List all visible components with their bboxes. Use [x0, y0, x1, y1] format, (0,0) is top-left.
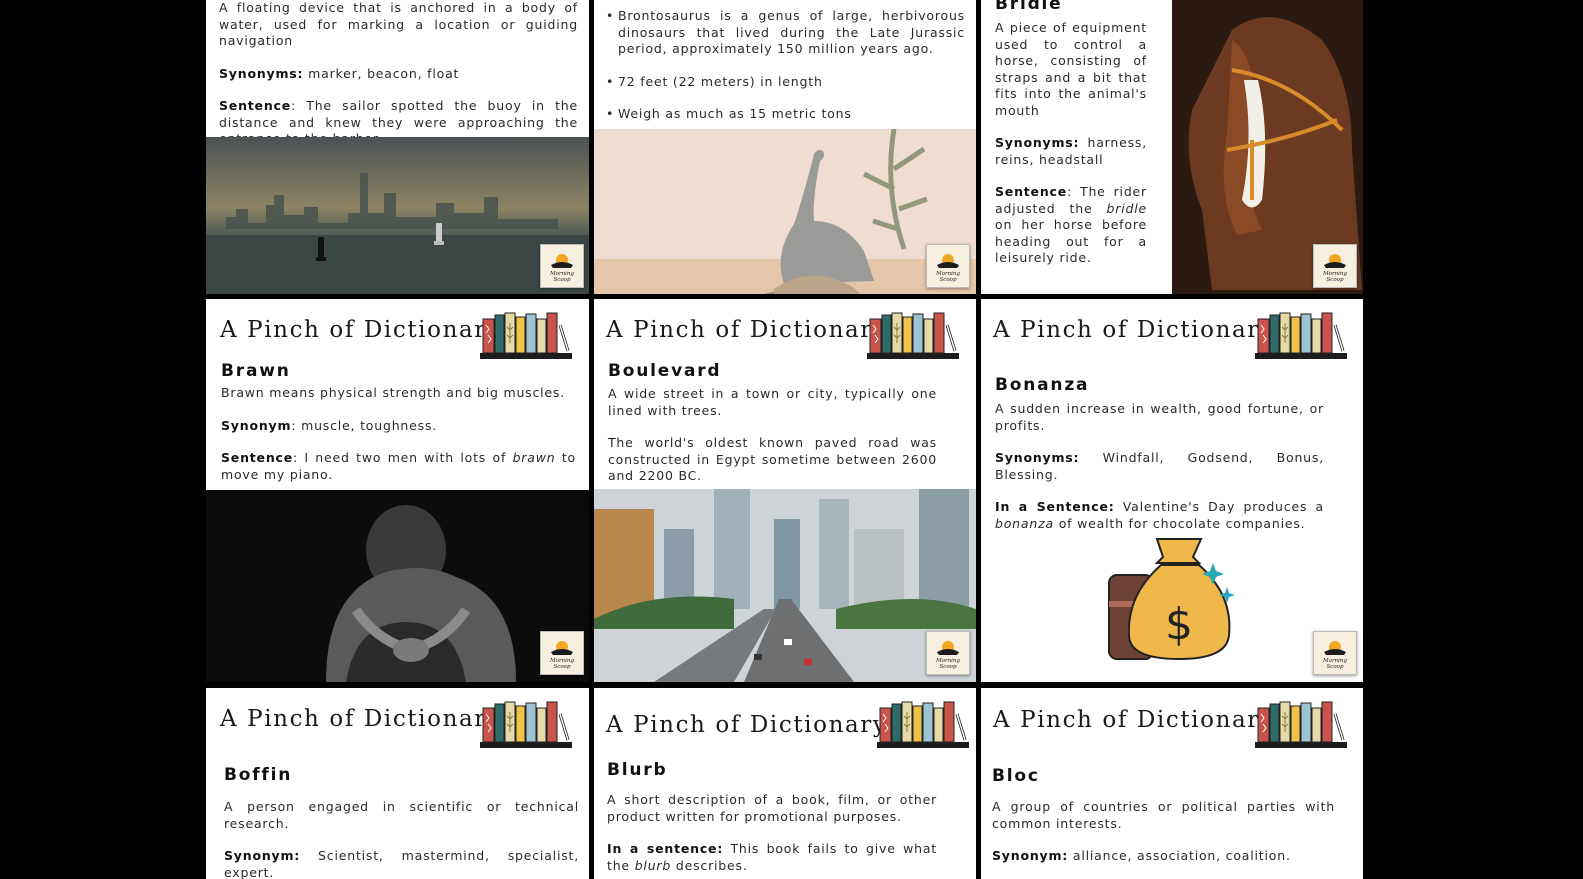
bloc-word: Bloc [992, 766, 1040, 786]
card-buoy: A floating device that is anchored in a … [206, 0, 589, 294]
brawn-text: Brawn means physical strength and big mu… [221, 385, 576, 499]
bronto-fact-2: 72 feet (22 meters) in length [606, 74, 965, 91]
boffin-synonyms: Synonym: Scientist, mastermind, speciali… [224, 848, 579, 879]
buoy-definition: A floating device that is anchored in a … [219, 0, 578, 48]
morning-scoop-badge [1313, 244, 1357, 288]
morning-scoop-badge [540, 631, 584, 675]
brawn-word: Brawn [221, 361, 291, 381]
boffin-word: Boffin [224, 765, 293, 785]
brand-title: A Pinch of Dictionary [220, 706, 502, 732]
brontosaurus-facts: Brontosaurus is a genus of large, herbiv… [606, 8, 965, 139]
boulevard-fact: The world's oldest known paved road was … [608, 435, 937, 483]
bookshelf-icon [877, 700, 969, 748]
boffin-definition: A person engaged in scientific or techni… [224, 799, 579, 831]
muscular-man-photo [206, 490, 589, 682]
morning-scoop-badge [926, 631, 970, 675]
brand-title: A Pinch of Dictionary [606, 712, 888, 738]
bridle-text: A piece of equipment used to control a h… [995, 20, 1147, 283]
boulevard-word: Boulevard [608, 361, 722, 381]
buoy-synonyms: Synonyms: marker, beacon, float [219, 65, 460, 81]
card-boffin: A Pinch of Dictionary Boffin A person en… [206, 688, 589, 879]
brawn-sentence: Sentence: I need two men with lots of br… [221, 450, 576, 482]
brand-title: A Pinch of Dictionary [606, 317, 888, 343]
bonanza-sentence: In a Sentence: Valentine's Day produces … [995, 499, 1324, 531]
brawn-definition: Brawn means physical strength and big mu… [221, 385, 566, 400]
money-bag-icon: $ [1108, 538, 1235, 661]
blurb-sentence: In a sentence: This book fails to give w… [607, 841, 937, 873]
bronto-fact-3: Weigh as much as 15 metric tons [606, 106, 965, 123]
card-brawn: A Pinch of Dictionary Brawn Brawn means … [206, 299, 589, 682]
bonanza-synonyms: Synonyms: Windfall, Godsend, Bonus, Bles… [995, 450, 1324, 482]
morning-scoop-badge [540, 244, 584, 288]
brand-title: A Pinch of Dictionary [993, 707, 1275, 733]
bridle-definition: A piece of equipment used to control a h… [995, 20, 1147, 118]
brand-title: A Pinch of Dictionary [993, 317, 1275, 343]
bronto-fact-1: Brontosaurus is a genus of large, herbiv… [606, 8, 965, 58]
card-boulevard: A Pinch of Dictionary Boulevard A wide s… [594, 299, 976, 682]
brand-title: A Pinch of Dictionary [220, 317, 502, 343]
card-blurb: A Pinch of Dictionary Blurb A short desc… [594, 688, 976, 879]
card-bloc: A Pinch of Dictionary Bloc A group of co… [981, 688, 1363, 879]
boulevard-definition: A wide street in a town or city, typical… [608, 386, 937, 418]
bonanza-text: A sudden increase in wealth, good fortun… [995, 401, 1324, 548]
morning-scoop-badge [926, 244, 970, 288]
card-bonanza: A Pinch of Dictionary Bonanza A sudden i… [981, 299, 1363, 682]
brawn-synonyms: Synonym: muscle, toughness. [221, 417, 438, 433]
card-bridle: Bridle A piece of equipment used to cont… [981, 0, 1363, 294]
bridle-word: Bridle [995, 0, 1063, 14]
boulevard-text: A wide street in a town or city, typical… [608, 386, 937, 501]
bookshelf-icon [480, 311, 572, 359]
harbor-buoy-photo [206, 137, 589, 294]
bloc-definition: A group of countries or political partie… [992, 799, 1335, 831]
bridle-synonyms: Synonyms: harness, reins, headstall [995, 135, 1147, 167]
bloc-synonyms: Synonym: alliance, association, coalitio… [992, 848, 1291, 863]
bookshelf-icon [1255, 700, 1347, 748]
morning-scoop-badge [1313, 631, 1357, 675]
blurb-text: A short description of a book, film, or … [607, 792, 937, 879]
toy-dinosaur-photo [594, 129, 976, 294]
blurb-word: Blurb [607, 760, 668, 780]
bonanza-word: Bonanza [995, 375, 1090, 395]
card-brontosaurus: Brontosaurus is a genus of large, herbiv… [594, 0, 976, 294]
bookshelf-icon [867, 311, 959, 359]
bloc-text: A group of countries or political partie… [992, 799, 1335, 879]
bonanza-definition: A sudden increase in wealth, good fortun… [995, 401, 1324, 433]
svg-text:$: $ [1165, 599, 1193, 650]
city-boulevard-photo [594, 489, 976, 682]
blurb-definition: A short description of a book, film, or … [607, 792, 937, 824]
bookshelf-icon [1255, 311, 1347, 359]
bookshelf-icon [480, 700, 572, 748]
bridle-sentence: Sentence: The rider adjusted the bridle … [995, 184, 1147, 265]
boffin-text: A person engaged in scientific or techni… [224, 799, 579, 879]
